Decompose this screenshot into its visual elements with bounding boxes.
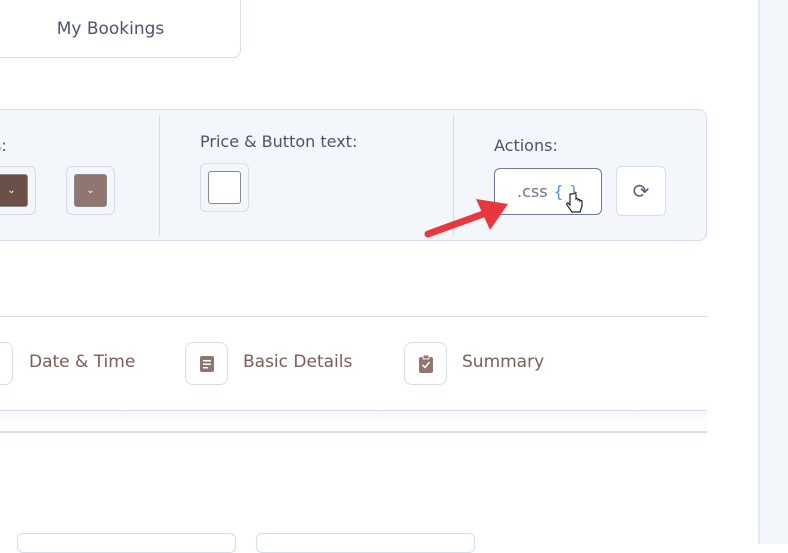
divider (0, 316, 707, 317)
step-date-time[interactable]: Date & Time (29, 352, 135, 372)
divider (0, 431, 707, 433)
clipboard-check-icon (418, 354, 433, 373)
step-basic-details-icon[interactable] (185, 342, 228, 385)
red-arrow-annotation (424, 199, 508, 238)
form-field[interactable] (256, 533, 475, 553)
step-summary-icon[interactable] (404, 342, 447, 385)
hand-cursor-icon (566, 192, 583, 213)
calendar-icon[interactable] (0, 342, 13, 385)
step-basic-details[interactable]: Basic Details (243, 352, 352, 372)
document-icon (199, 355, 214, 372)
shadow (0, 411, 707, 431)
step-summary[interactable]: Summary (462, 352, 544, 372)
form-field[interactable] (17, 533, 236, 553)
